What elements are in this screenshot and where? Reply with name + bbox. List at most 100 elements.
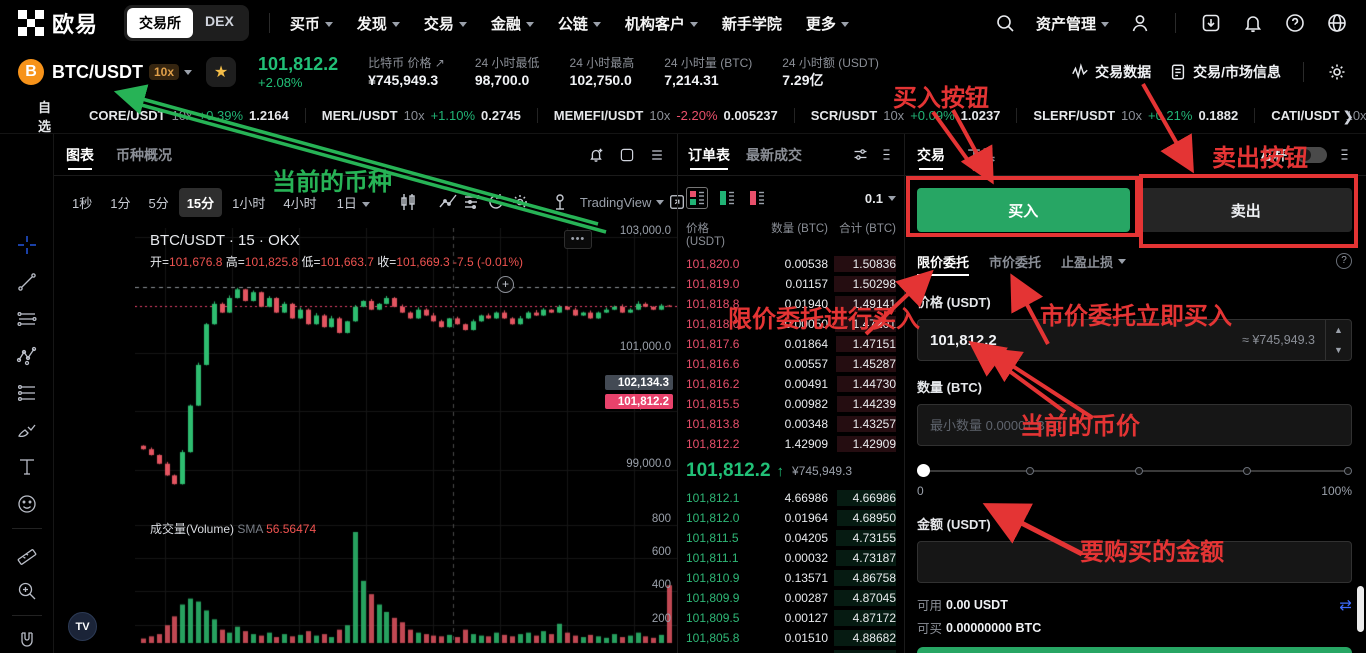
amount-input[interactable]	[918, 417, 1351, 434]
scale-icon[interactable]	[550, 190, 570, 214]
chart-more-button[interactable]: •••	[564, 230, 592, 249]
timeframe-1分[interactable]: 1分	[102, 188, 138, 217]
market-info-button[interactable]: 交易/市场信息	[1169, 62, 1281, 82]
tab-market-order[interactable]: 市价委托	[989, 246, 1041, 276]
ticker-scroll-chevron-icon[interactable]: ❯	[1342, 108, 1354, 125]
book-bids-icon[interactable]	[716, 187, 738, 209]
ask-row[interactable]: 101,820.00.005381.50836	[678, 254, 904, 274]
parallel-channel-tool-icon[interactable]	[11, 306, 43, 331]
bid-row[interactable]: 101,809.90.002874.87045	[678, 588, 904, 608]
precision-selector[interactable]: 0.1	[865, 191, 896, 206]
tab-chart[interactable]: 图表	[66, 134, 94, 176]
globe-icon[interactable]	[1326, 12, 1348, 34]
mid-price-row[interactable]: 101,812.2 ↑ ¥745,949.3	[678, 454, 904, 488]
brush-tool-icon[interactable]	[11, 417, 43, 442]
nav-item-金融[interactable]: 金融	[491, 13, 534, 34]
bid-row[interactable]: 101,811.10.000324.73187	[678, 548, 904, 568]
buy-button[interactable]: 买入	[917, 188, 1130, 232]
ask-row[interactable]: 101,815.50.009821.44239	[678, 394, 904, 414]
trendline-tool-icon[interactable]	[11, 269, 43, 294]
amount-slider[interactable]	[917, 464, 1352, 478]
step-up-icon[interactable]: ▲	[1326, 320, 1351, 340]
nav-item-机构客户[interactable]: 机构客户	[625, 13, 698, 34]
timeframe-1秒[interactable]: 1秒	[64, 188, 100, 217]
ask-row[interactable]: 101,816.20.004911.44730	[678, 374, 904, 394]
sliders-icon[interactable]	[852, 146, 869, 163]
candlestick-chart[interactable]	[135, 228, 677, 651]
leverage-toggle[interactable]	[1297, 147, 1327, 163]
nav-item-公链[interactable]: 公链	[558, 13, 601, 34]
step-down-icon[interactable]: ▼	[1326, 340, 1351, 360]
ticker-item[interactable]: MEMEFI/USDT10x-2.20%0.005237	[538, 108, 795, 123]
replay-icon[interactable]	[486, 190, 506, 214]
ticker-item[interactable]: SCR/USDT10x+0.09%1.0237	[795, 108, 1018, 123]
total-input[interactable]	[918, 554, 1351, 571]
book-asks-icon[interactable]	[746, 187, 768, 209]
help-icon[interactable]: ?	[1336, 253, 1352, 269]
magnet-tool-icon[interactable]	[11, 628, 43, 653]
bid-row[interactable]: 101,810.90.135714.86758	[678, 568, 904, 588]
tab-tools[interactable]: 工具	[967, 134, 995, 176]
tab-trade[interactable]: 交易	[917, 134, 945, 176]
buy-submit-button[interactable]	[917, 647, 1352, 653]
tab-limit-order[interactable]: 限价委托	[917, 246, 969, 276]
chart-area[interactable]: BTC/USDT · 15 · OKX 开=101,676.8 高=101,82…	[54, 228, 677, 651]
tab-order-book[interactable]: 订单表	[688, 134, 730, 176]
ask-row[interactable]: 101,813.80.003481.43257	[678, 414, 904, 434]
ask-row[interactable]: 101,818.00.000501.47201	[678, 314, 904, 334]
timeframe-1d[interactable]: 1日	[329, 188, 378, 217]
indicator-icon[interactable]	[462, 190, 482, 214]
chevron-down-icon[interactable]	[184, 70, 192, 75]
bid-row[interactable]: 101,805.80.015104.88682	[678, 628, 904, 648]
chart-type-icon[interactable]	[438, 190, 458, 214]
price-input[interactable]	[918, 332, 1242, 349]
ticker-item[interactable]: MERL/USDT10x+1.10%0.2745	[306, 108, 538, 123]
gear-icon[interactable]	[1326, 61, 1348, 83]
bid-row[interactable]: 101,805.50.000174.88699	[678, 648, 904, 653]
ask-row[interactable]: 101,819.00.011571.50298	[678, 274, 904, 294]
scrollbar-thumb[interactable]	[1357, 586, 1364, 632]
pattern-tool-icon[interactable]	[11, 343, 43, 368]
crosshair-tool-icon[interactable]	[11, 232, 43, 257]
ask-row[interactable]: 101,817.60.018641.47151	[678, 334, 904, 354]
watchlist-label[interactable]: 自选	[38, 98, 51, 134]
alert-bell-icon[interactable]	[587, 146, 605, 164]
nav-item-发现[interactable]: 发现	[357, 13, 400, 34]
okx-logo[interactable]: 欧易	[18, 7, 98, 39]
bid-row[interactable]: 101,812.14.669864.66986	[678, 488, 904, 508]
user-icon[interactable]	[1129, 12, 1151, 34]
timeframe-5分[interactable]: 5分	[140, 188, 176, 217]
bid-row[interactable]: 101,809.50.001274.87172	[678, 608, 904, 628]
nav-item-更多[interactable]: 更多	[806, 13, 849, 34]
sell-button[interactable]: 卖出	[1140, 188, 1353, 232]
bid-row[interactable]: 101,811.50.042054.73155	[678, 528, 904, 548]
countdown-plus-icon[interactable]: +	[497, 276, 514, 293]
slider-knob[interactable]	[917, 464, 930, 477]
ticker-item[interactable]: CORE/USDT10x+0.39%1.2164	[73, 108, 306, 123]
timeframe-15分[interactable]: 15分	[179, 188, 222, 217]
timeframe-4小时[interactable]: 4小时	[275, 188, 324, 217]
fib-tool-icon[interactable]	[11, 380, 43, 405]
panel-menu-icon[interactable]	[1337, 147, 1352, 162]
frame-icon[interactable]	[619, 147, 635, 163]
panel-menu-icon[interactable]	[649, 147, 665, 163]
tab-coin-overview[interactable]: 币种概况	[116, 134, 172, 176]
ask-row[interactable]: 101,812.21.429091.42909	[678, 434, 904, 454]
zoom-tool-icon[interactable]	[11, 578, 43, 603]
candle-style-icon[interactable]	[398, 190, 418, 214]
ruler-tool-icon[interactable]	[11, 541, 43, 566]
book-both-icon[interactable]	[686, 187, 708, 209]
favorite-button[interactable]: ★	[206, 57, 236, 87]
swap-icon[interactable]: ⇄	[1339, 596, 1352, 614]
nav-item-新手学院[interactable]: 新手学院	[722, 13, 782, 34]
bell-icon[interactable]	[1242, 12, 1264, 34]
pair-name[interactable]: BTC/USDT	[52, 62, 143, 83]
more-dots-icon[interactable]	[879, 147, 894, 162]
tab-dex[interactable]: DEX	[193, 8, 246, 38]
ask-row[interactable]: 101,818.80.019401.49141	[678, 294, 904, 314]
bid-row[interactable]: 101,812.00.019644.68950	[678, 508, 904, 528]
trading-data-button[interactable]: 交易数据	[1071, 62, 1151, 82]
tradingview-dropdown[interactable]: TradingView	[580, 195, 665, 210]
asset-management-menu[interactable]: 资产管理	[1036, 13, 1109, 34]
help-icon[interactable]	[1284, 12, 1306, 34]
